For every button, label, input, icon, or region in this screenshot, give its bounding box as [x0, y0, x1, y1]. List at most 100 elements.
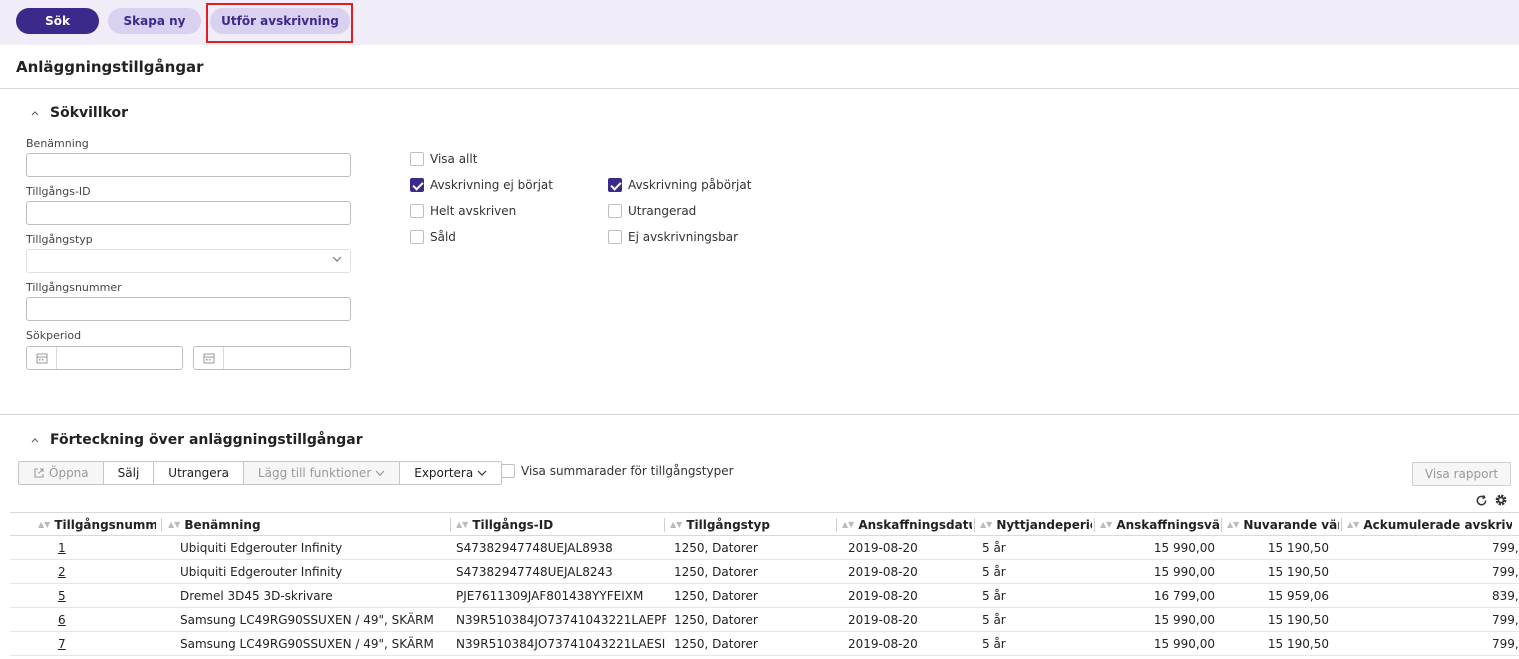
cell-date: 2019-08-20	[848, 612, 918, 627]
checkbox-show-all[interactable]: Visa allt	[410, 152, 477, 166]
checkbox-not-depreciable[interactable]: Ej avskrivningsbar	[608, 230, 738, 244]
cell-type: 1250, Datorer	[674, 612, 758, 627]
column-header-current-value[interactable]: ▲▼Nuvarande värde	[1227, 513, 1339, 536]
period-from-input[interactable]	[26, 346, 183, 370]
highlight-frame	[206, 3, 353, 43]
checkbox-label: Utrangerad	[628, 204, 697, 218]
scrap-button[interactable]: Utrangera	[153, 461, 244, 485]
checkbox-scrapped[interactable]: Utrangerad	[608, 204, 696, 218]
create-new-button[interactable]: Skapa ny	[108, 8, 201, 34]
cell-name: Samsung LC49RG90SSUXEN / 49", SKÄRM	[180, 612, 434, 627]
chevron-up-icon[interactable]	[30, 435, 40, 445]
open-label: Öppna	[49, 466, 89, 480]
show-report-button[interactable]: Visa rapport	[1412, 462, 1511, 486]
open-button[interactable]: Öppna	[18, 461, 104, 485]
calendar-icon[interactable]	[203, 352, 215, 364]
cell-current-value: 15 190,50	[1267, 540, 1329, 555]
cell-name: Ubiquiti Edgerouter Infinity	[180, 540, 343, 555]
checkbox[interactable]	[608, 178, 622, 192]
cell-date: 2019-08-20	[848, 636, 918, 651]
column-header-acq-value[interactable]: ▲▼Anskaffningsvärde	[1100, 513, 1220, 536]
cell-accumulated: 839,94	[1492, 588, 1519, 603]
checkbox[interactable]	[410, 152, 424, 166]
checkbox-sold[interactable]: Såld	[410, 230, 456, 244]
checkbox-fully-depreciated[interactable]: Helt avskriven	[410, 204, 516, 218]
cell-asset-id: S47382947748UEJAL8243	[456, 564, 613, 579]
cell-number[interactable]: 7	[58, 632, 118, 655]
asset-number-label: Tillgångsnummer	[26, 281, 122, 294]
list-section-title: Förteckning över anläggningstillgångar	[50, 432, 363, 448]
table-row[interactable]: 1 Ubiquiti Edgerouter Infinity S4738294774…	[10, 536, 1519, 560]
cell-number[interactable]: 2	[58, 560, 118, 583]
external-link-icon	[34, 468, 44, 478]
column-header-name[interactable]: ▲▼ Benämning	[168, 513, 438, 536]
cell-current-value: 15 190,50	[1267, 564, 1329, 579]
cell-date: 2019-08-20	[848, 588, 918, 603]
cell-date: 2019-08-20	[848, 540, 918, 555]
checkbox-label: Visa summarader för tillgångstyper	[521, 464, 734, 478]
table-row[interactable]: 5 Dremel 3D45 3D-skrivare PJE7611309JAF801…	[10, 584, 1519, 608]
cell-asset-id: PJE7611309JAF801438YYFEIXM	[456, 588, 644, 603]
cell-number[interactable]: 6	[58, 608, 118, 631]
export-button[interactable]: Exportera	[399, 461, 503, 485]
list-section-header[interactable]: Förteckning över anläggningstillgångar	[30, 432, 363, 448]
cell-acq-value: 15 990,00	[1153, 564, 1215, 579]
checkbox[interactable]	[410, 230, 424, 244]
checkbox[interactable]	[410, 178, 424, 192]
search-section-header[interactable]: Sökvillkor	[30, 105, 128, 121]
asset-id-input[interactable]	[26, 201, 351, 225]
asset-number-input[interactable]	[26, 297, 351, 321]
sell-button[interactable]: Sälj	[102, 461, 155, 485]
cell-asset-id: N39R510384JO73741043221LAESIRNG	[456, 636, 666, 651]
divider	[0, 414, 1519, 415]
cell-period: 5 år	[982, 588, 1006, 603]
cell-name: Samsung LC49RG90SSUXEN / 49", SKÄRM	[180, 636, 434, 651]
checkbox-depreciation-not-started[interactable]: Avskrivning ej börjat	[410, 178, 553, 192]
export-label: Exportera	[414, 466, 474, 480]
checkbox-show-summary[interactable]: Visa summarader för tillgångstyper	[501, 464, 734, 478]
checkbox-label: Avskrivning ej börjat	[430, 178, 553, 192]
cell-period: 5 år	[982, 612, 1006, 627]
column-header-asset-id[interactable]: ▲▼ Tillgångs-ID	[456, 513, 656, 536]
period-to-input[interactable]	[193, 346, 351, 370]
cell-accumulated: 799,50	[1492, 612, 1519, 627]
cell-period: 5 år	[982, 564, 1006, 579]
checkbox[interactable]	[410, 204, 424, 218]
gear-icon[interactable]	[1494, 493, 1508, 507]
cell-period: 5 år	[982, 636, 1006, 651]
cell-name: Dremel 3D45 3D-skrivare	[180, 588, 333, 603]
column-header-period[interactable]: ▲▼Nyttjandeperiod	[980, 513, 1092, 536]
cell-current-value: 15 190,50	[1267, 636, 1329, 651]
refresh-icon[interactable]	[1475, 494, 1488, 507]
checkbox[interactable]	[608, 230, 622, 244]
name-label: Benämning	[26, 137, 89, 150]
cell-accumulated: 799,50	[1492, 636, 1519, 651]
table-row[interactable]: 7 Samsung LC49RG90SSUXEN / 49", SKÄRM N39R…	[10, 632, 1519, 656]
search-button[interactable]: Sök	[16, 8, 99, 34]
column-header-type[interactable]: ▲▼ Tillgångstyp	[670, 513, 830, 536]
table-row[interactable]: 6 Samsung LC49RG90SSUXEN / 49", SKÄRM N39R…	[10, 608, 1519, 632]
cell-asset-id: N39R510384JO73741043221LAEPFOJW	[456, 612, 666, 627]
chevron-up-icon[interactable]	[30, 108, 40, 118]
list-toolbar: Öppna Sälj Utrangera Lägg till funktione…	[18, 461, 503, 485]
divider	[0, 88, 1519, 89]
checkbox[interactable]	[501, 464, 515, 478]
column-header-accumulated[interactable]: ▲▼Ackumulerade avskrivningar	[1347, 513, 1512, 536]
period-label: Sökperiod	[26, 329, 82, 342]
asset-type-select[interactable]	[26, 249, 351, 273]
cell-number[interactable]: 1	[58, 536, 118, 559]
checkbox-depreciation-started[interactable]: Avskrivning påbörjat	[608, 178, 751, 192]
checkbox-label: Helt avskriven	[430, 204, 517, 218]
name-input[interactable]	[26, 153, 351, 177]
cell-acq-value: 16 799,00	[1153, 588, 1215, 603]
add-functions-button[interactable]: Lägg till funktioner	[242, 461, 401, 485]
asset-type-label: Tillgångstyp	[26, 233, 93, 246]
column-header-date[interactable]: ▲▼Anskaffningsdatum	[842, 513, 972, 536]
table-row[interactable]: 2 Ubiquiti Edgerouter Infinity S4738294774…	[10, 560, 1519, 584]
checkbox[interactable]	[608, 204, 622, 218]
asset-table: ▲▼Tillgångsnummer ▲▼Benämning ▲▼Tillgång…	[10, 512, 1519, 656]
column-header-number[interactable]: ▲▼Tillgångsnummer	[38, 513, 156, 536]
calendar-icon[interactable]	[36, 352, 48, 364]
cell-number[interactable]: 5	[58, 584, 118, 607]
cell-name: Ubiquiti Edgerouter Infinity	[180, 564, 343, 579]
